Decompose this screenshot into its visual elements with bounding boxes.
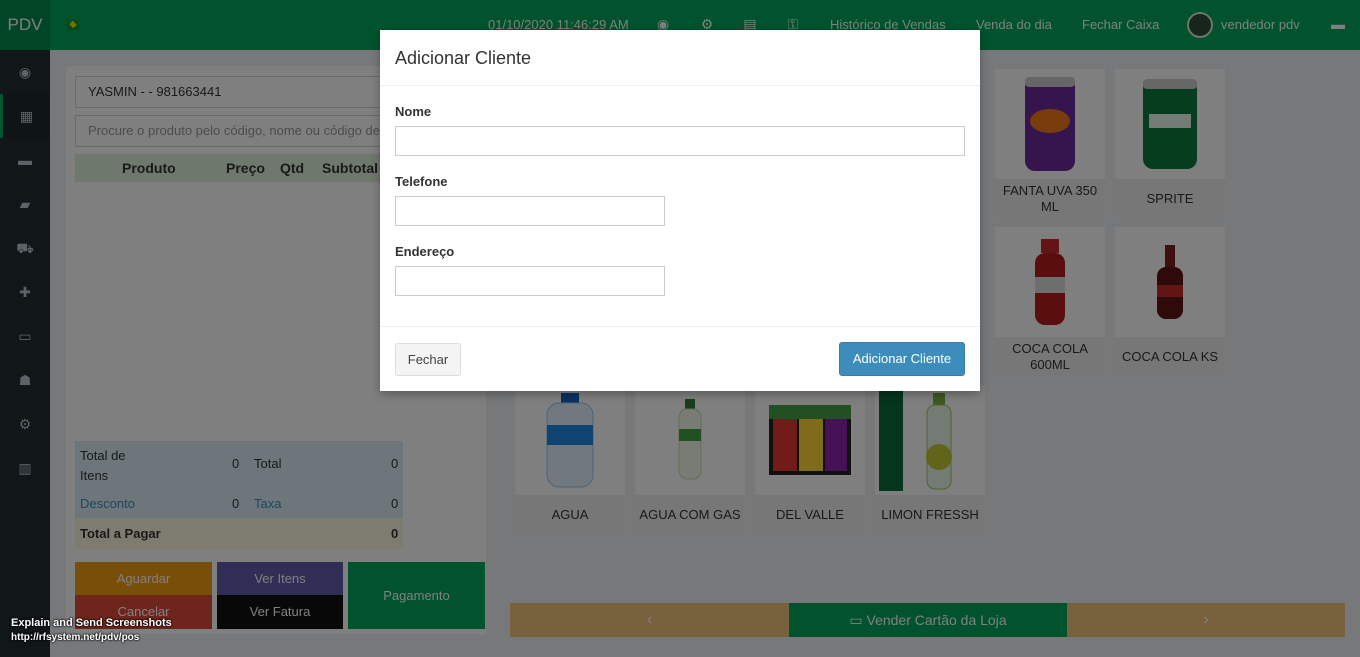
telefone-label: Telefone bbox=[395, 174, 448, 189]
telefone-input[interactable] bbox=[395, 196, 665, 226]
endereco-label: Endereço bbox=[395, 244, 455, 259]
add-client-modal: Adicionar Cliente Nome Telefone Endereço… bbox=[380, 30, 980, 391]
footer-url: http://rfsystem.net/pdv/pos bbox=[11, 632, 140, 643]
footer-caption: Explain and Send Screenshots bbox=[11, 617, 172, 629]
endereco-input[interactable] bbox=[395, 266, 665, 296]
modal-title: Adicionar Cliente bbox=[395, 48, 532, 68]
nome-label: Nome bbox=[395, 104, 432, 119]
modal-header-divider bbox=[380, 85, 980, 86]
nome-input[interactable] bbox=[395, 126, 965, 156]
modal-footer-divider bbox=[380, 326, 980, 327]
add-client-button[interactable]: Adicionar Cliente bbox=[839, 342, 965, 376]
close-button[interactable]: Fechar bbox=[395, 343, 461, 376]
